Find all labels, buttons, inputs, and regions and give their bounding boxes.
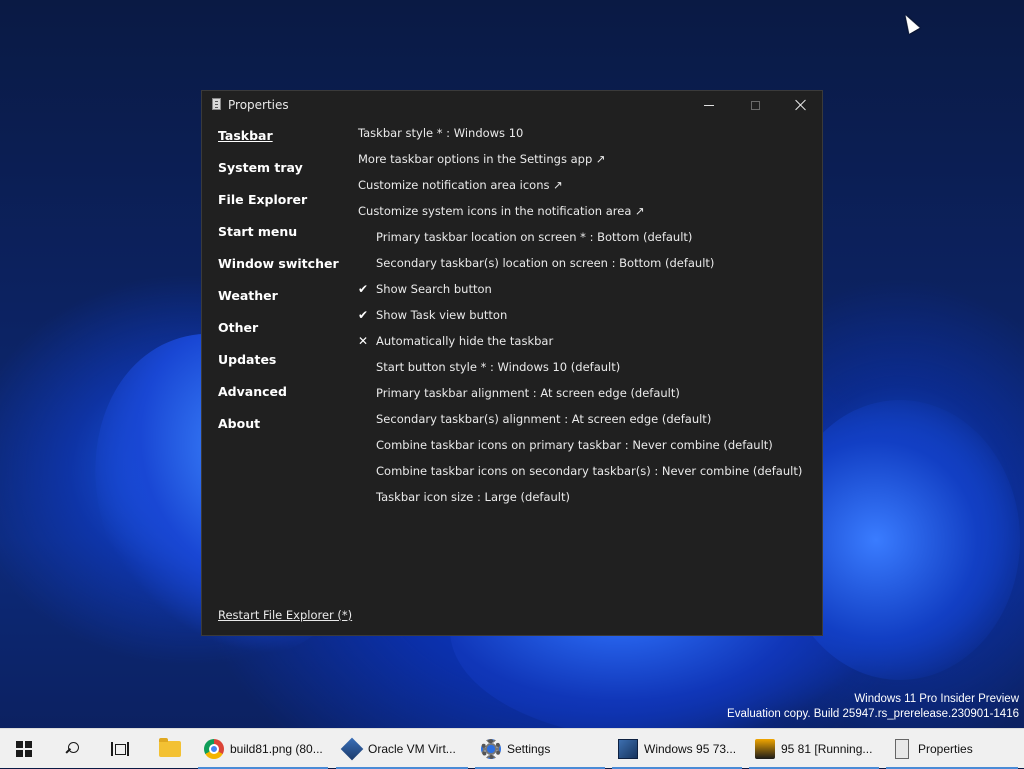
restart-file-explorer-link[interactable]: Restart File Explorer (*) [218, 608, 352, 622]
taskbar-item-chrome[interactable]: build81.png (80... [198, 729, 328, 769]
taskbar-item-virtualbox[interactable]: Oracle VM Virt... [336, 729, 468, 769]
file-explorer-button[interactable] [148, 729, 192, 769]
evaluation-watermark: Windows 11 Pro Insider Preview Evaluatio… [727, 692, 1019, 722]
taskbar-item-windows95[interactable]: Windows 95 73... [612, 729, 742, 769]
windows-logo-icon [16, 741, 32, 757]
taskbar-item-vm-running[interactable]: 95 81 [Running... [749, 729, 879, 769]
option-primary-taskbar-alignment[interactable]: Primary taskbar alignment : At screen ed… [358, 386, 802, 412]
option-auto-hide-taskbar[interactable]: ✕ Automatically hide the taskbar [358, 334, 802, 360]
sidebar-item-taskbar[interactable]: Taskbar [218, 129, 339, 161]
properties-icon [895, 739, 909, 759]
virtualbox-icon [340, 737, 364, 761]
taskbar: build81.png (80... Oracle VM Virt... Set… [0, 728, 1024, 769]
option-combine-primary[interactable]: Combine taskbar icons on primary taskbar… [358, 438, 802, 464]
sidebar-item-other[interactable]: Other [218, 321, 339, 353]
watermark-edition: Windows 11 Pro Insider Preview [854, 693, 1019, 705]
maximize-button[interactable] [732, 91, 778, 119]
taskbar-item-label: Windows 95 73... [644, 742, 737, 756]
taskbar-options-list: Taskbar style * : Windows 10 More taskba… [358, 126, 802, 516]
taskbar-item-label: Properties [918, 742, 973, 756]
minimize-button[interactable] [686, 91, 732, 119]
windows95-icon [618, 739, 638, 759]
close-button[interactable] [778, 91, 824, 119]
sidebar-nav: Taskbar System tray File Explorer Start … [218, 129, 339, 449]
task-view-button[interactable] [96, 729, 144, 769]
settings-gear-icon [481, 739, 501, 759]
sidebar-item-about[interactable]: About [218, 417, 339, 449]
link-customize-notification-icons[interactable]: Customize notification area icons ↗ [358, 178, 802, 204]
properties-window: Properties Taskbar System tray File Expl… [201, 90, 823, 636]
option-combine-secondary[interactable]: Combine taskbar icons on secondary taskb… [358, 464, 802, 490]
taskbar-item-properties[interactable]: Properties [886, 729, 1018, 769]
taskbar-item-label: build81.png (80... [230, 742, 323, 756]
sidebar-item-start-menu[interactable]: Start menu [218, 225, 339, 257]
mouse-cursor-icon [900, 12, 920, 34]
option-secondary-taskbar-location[interactable]: Secondary taskbar(s) location on screen … [358, 256, 802, 282]
option-show-search-button[interactable]: ✔ Show Search button [358, 282, 802, 308]
sidebar-item-system-tray[interactable]: System tray [218, 161, 339, 193]
checkmark-icon: ✔ [358, 308, 369, 322]
watermark-build: Evaluation copy. Build 25947.rs_prerelea… [727, 708, 1019, 720]
sidebar-item-advanced[interactable]: Advanced [218, 385, 339, 417]
sidebar-item-weather[interactable]: Weather [218, 289, 339, 321]
option-taskbar-style[interactable]: Taskbar style * : Windows 10 [358, 126, 802, 152]
title-bar[interactable]: Properties [202, 91, 822, 119]
task-view-icon [111, 742, 129, 756]
window-title: Properties [228, 98, 289, 112]
cross-mark-icon: ✕ [358, 334, 369, 348]
vm-running-icon [755, 739, 775, 759]
checkmark-icon: ✔ [358, 282, 369, 296]
sidebar-item-updates[interactable]: Updates [218, 353, 339, 385]
taskbar-item-settings[interactable]: Settings [475, 729, 605, 769]
chrome-icon [204, 739, 224, 759]
minimize-icon [704, 104, 714, 106]
option-taskbar-icon-size[interactable]: Taskbar icon size : Large (default) [358, 490, 802, 516]
taskbar-item-label: Settings [507, 742, 551, 756]
close-icon [795, 99, 807, 111]
option-primary-taskbar-location[interactable]: Primary taskbar location on screen * : B… [358, 230, 802, 256]
sidebar-item-file-explorer[interactable]: File Explorer [218, 193, 339, 225]
option-label: Show Task view button [376, 308, 508, 322]
option-label: Show Search button [376, 282, 492, 296]
link-customize-system-icons[interactable]: Customize system icons in the notificati… [358, 204, 802, 230]
option-start-button-style[interactable]: Start button style * : Windows 10 (defau… [358, 360, 802, 386]
taskbar-item-label: 95 81 [Running... [781, 742, 873, 756]
file-explorer-icon [159, 738, 181, 757]
link-settings-app-taskbar-options[interactable]: More taskbar options in the Settings app… [358, 152, 802, 178]
option-show-task-view-button[interactable]: ✔ Show Task view button [358, 308, 802, 334]
taskbar-item-label: Oracle VM Virt... [368, 742, 456, 756]
maximize-icon [750, 100, 760, 110]
search-button[interactable] [48, 729, 96, 769]
option-label: Automatically hide the taskbar [376, 334, 554, 348]
start-button[interactable] [0, 729, 48, 769]
search-icon [65, 742, 79, 756]
option-secondary-taskbar-alignment[interactable]: Secondary taskbar(s) alignment : At scre… [358, 412, 802, 438]
properties-icon [212, 98, 221, 110]
sidebar-item-window-switcher[interactable]: Window switcher [218, 257, 339, 289]
